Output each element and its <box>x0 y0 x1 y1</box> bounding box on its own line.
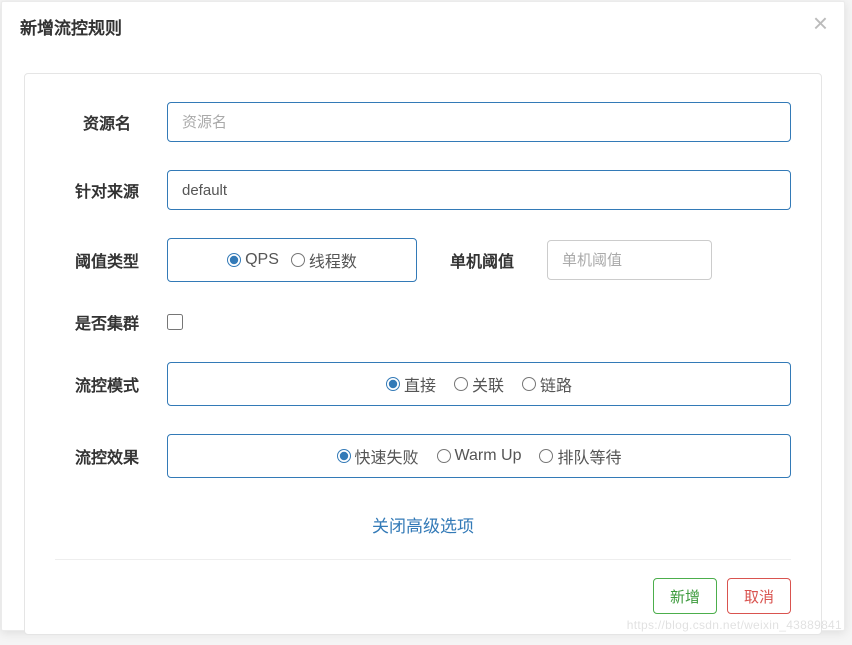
resource-input[interactable] <box>167 102 791 142</box>
radio-threads[interactable]: 线程数 <box>291 248 357 272</box>
label-threshold-value: 单机阈值 <box>417 248 547 272</box>
radio-effect-failfast-label: 快速失败 <box>355 444 419 468</box>
radio-effect-warmup-input[interactable] <box>437 449 451 463</box>
label-resource: 资源名 <box>55 110 167 134</box>
mode-group: 直接 关联 链路 <box>167 362 791 406</box>
radio-qps-label: QPS <box>245 251 279 269</box>
radio-mode-direct[interactable]: 直接 <box>386 372 436 396</box>
modal-dialog: 新增流控规则 × 资源名 针对来源 阈值类型 <box>1 1 845 631</box>
modal-footer: 新增 取消 <box>55 560 791 614</box>
row-resource: 资源名 <box>55 102 791 142</box>
form-panel: 资源名 针对来源 阈值类型 QPS <box>24 73 822 635</box>
row-threshold: 阈值类型 QPS 线程数 单机阈值 <box>55 238 791 282</box>
radio-mode-direct-label: 直接 <box>404 372 436 396</box>
modal-body: 资源名 针对来源 阈值类型 QPS <box>2 49 844 645</box>
radio-mode-relate[interactable]: 关联 <box>454 372 504 396</box>
radio-mode-chain-input[interactable] <box>522 377 536 391</box>
radio-effect-queue[interactable]: 排队等待 <box>539 444 621 468</box>
radio-threads-input[interactable] <box>291 253 305 267</box>
threshold-type-group: QPS 线程数 <box>167 238 417 282</box>
radio-effect-warmup[interactable]: Warm Up <box>437 447 522 465</box>
radio-effect-failfast[interactable]: 快速失败 <box>337 444 419 468</box>
radio-threads-label: 线程数 <box>309 248 357 272</box>
radio-mode-relate-label: 关联 <box>472 372 504 396</box>
radio-effect-queue-label: 排队等待 <box>557 444 621 468</box>
modal-title: 新增流控规则 <box>20 14 826 39</box>
cluster-checkbox[interactable] <box>167 314 183 330</box>
modal-header: 新增流控规则 × <box>2 2 844 49</box>
source-input[interactable] <box>167 170 791 210</box>
row-cluster: 是否集群 <box>55 310 791 334</box>
label-mode: 流控模式 <box>55 372 167 396</box>
advanced-toggle-row: 关闭高级选项 <box>55 512 791 537</box>
label-effect: 流控效果 <box>55 444 167 468</box>
radio-mode-chain-label: 链路 <box>540 372 572 396</box>
cancel-button[interactable]: 取消 <box>727 578 791 614</box>
label-threshold-type: 阈值类型 <box>55 248 167 272</box>
radio-qps[interactable]: QPS <box>227 251 279 269</box>
radio-mode-chain[interactable]: 链路 <box>522 372 572 396</box>
radio-effect-warmup-label: Warm Up <box>455 447 522 465</box>
row-source: 针对来源 <box>55 170 791 210</box>
radio-mode-direct-input[interactable] <box>386 377 400 391</box>
advanced-toggle-link[interactable]: 关闭高级选项 <box>372 517 474 536</box>
radio-effect-failfast-input[interactable] <box>337 449 351 463</box>
row-effect: 流控效果 快速失败 Warm Up 排队等待 <box>55 434 791 478</box>
label-source: 针对来源 <box>55 178 167 202</box>
watermark-text: https://blog.csdn.net/weixin_43889841 <box>627 618 842 632</box>
label-cluster: 是否集群 <box>55 310 167 334</box>
radio-qps-input[interactable] <box>227 253 241 267</box>
row-mode: 流控模式 直接 关联 链路 <box>55 362 791 406</box>
effect-group: 快速失败 Warm Up 排队等待 <box>167 434 791 478</box>
radio-effect-queue-input[interactable] <box>539 449 553 463</box>
close-icon[interactable]: × <box>813 10 828 36</box>
threshold-value-input[interactable] <box>547 240 712 280</box>
submit-button[interactable]: 新增 <box>653 578 717 614</box>
radio-mode-relate-input[interactable] <box>454 377 468 391</box>
